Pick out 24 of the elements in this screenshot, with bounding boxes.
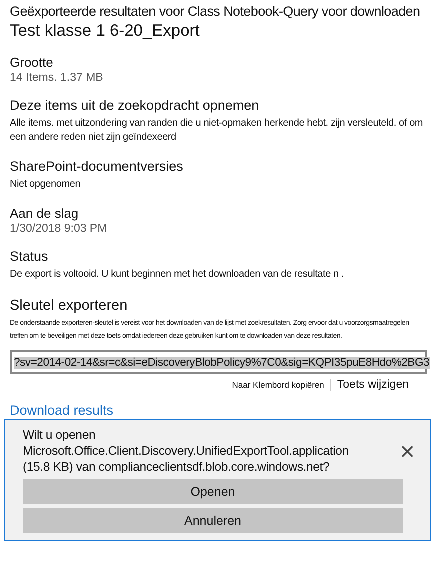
export-key-value: ?sv=2014-02-14&sr=c&si=eDiscoveryBlobPolicy9%7C0&sig=KQPI35puE8Hdo%2BG3: [14, 357, 430, 369]
close-button[interactable]: ×: [393, 439, 422, 463]
page-title: Test klasse 1 6-20_Export: [10, 22, 201, 41]
page-subtitle: Geëxporteerde resultaten voor Class Notebook-Query voor downloaden: [10, 4, 422, 19]
section-heading: Grootte: [10, 55, 54, 70]
export-key-field[interactable]: ?sv=2014-02-14&sr=c&si=eDiscoveryBlobPolicy9%7C0&sig=KQPI35puE8Hdo%2BG3: [10, 350, 427, 374]
section-heading: Aan de slag: [10, 206, 80, 221]
dialog-question: Wilt u openen: [23, 427, 97, 443]
section-heading: SharePoint-documentversies: [10, 159, 184, 174]
section-text: Niet opgenomen: [10, 178, 82, 192]
section-text: Alle items. met uitzondering van randen die u niet-opmaken herkende hebt. zijn versleuteld. of om een andere reden niet zijn geïndexeerd: [10, 117, 424, 145]
dialog-file-name: Microsoft.Office.Client.Discovery.UnifiedExportTool.application: [23, 443, 350, 459]
section-heading: Status: [10, 249, 50, 264]
dialog-button[interactable]: Openen: [23, 479, 403, 504]
section-text: 14 Items. 1.37 MB: [10, 72, 104, 84]
change-key-link[interactable]: Toets wijzigen: [337, 379, 409, 391]
section-text: 1/30/2018 9:03 PM: [10, 223, 108, 235]
section-text: De export is voltooid. U kunt beginnen met het downloaden van de resultate n .: [10, 268, 346, 282]
section-heading: Deze items uit de zoekopdracht opnemen: [10, 98, 260, 113]
dialog-button[interactable]: Annuleren: [23, 508, 403, 533]
copy-to-clipboard-link[interactable]: Naar Klembord kopiëren: [232, 380, 324, 390]
dialog-source: (15.8 KB) van complianceclientsdf.blob.core.windows.net?: [23, 459, 331, 475]
section-heading: Sleutel exporteren: [10, 298, 129, 314]
download-results-link[interactable]: Download results: [10, 403, 114, 418]
